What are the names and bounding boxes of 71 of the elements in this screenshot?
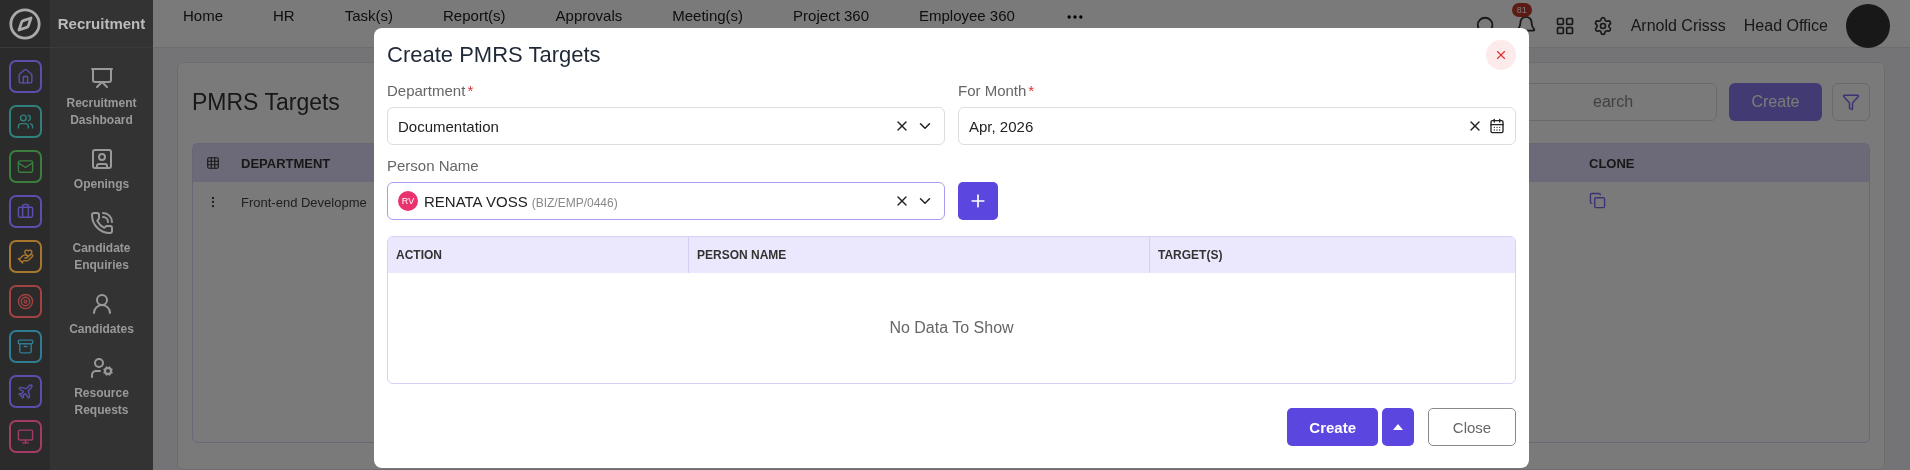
- module-icon: [16, 248, 34, 265]
- nav-link[interactable]: HR: [273, 7, 295, 24]
- module-menu-item[interactable]: Candidate Enquiries: [50, 211, 153, 274]
- module-menu-item[interactable]: Openings: [67, 147, 136, 193]
- filter-icon: [1842, 93, 1860, 111]
- module-menu-item[interactable]: Recruitment Dashboard: [50, 66, 153, 129]
- module-menu-item[interactable]: Candidates: [63, 292, 140, 338]
- menu-item-icon: [89, 147, 114, 171]
- field-label: Department*: [387, 82, 475, 99]
- module-rail-button[interactable]: [8, 195, 42, 228]
- dropdown-button[interactable]: [1382, 408, 1414, 446]
- page-title: PMRS Targets: [192, 88, 340, 116]
- column-header: ACTION: [388, 237, 689, 273]
- nav-link[interactable]: Project 360: [793, 7, 869, 24]
- nav-link[interactable]: Approvals: [555, 7, 623, 24]
- calendar-icon[interactable]: [1489, 118, 1505, 134]
- module-icon: [16, 203, 34, 220]
- columns-icon[interactable]: [206, 156, 220, 170]
- apps-grid-icon[interactable]: [1554, 16, 1575, 36]
- nav-link[interactable]: Task(s): [344, 7, 394, 24]
- column-header: DEPARTMENT: [240, 155, 331, 171]
- field-label: For Month*: [958, 82, 1036, 99]
- select-field[interactable]: Documentation: [387, 107, 945, 145]
- table-cell-text: Front-end Developme: [240, 194, 367, 210]
- module-rail-button[interactable]: [8, 420, 42, 453]
- menu-item-icon: [89, 356, 114, 380]
- module-rail-button[interactable]: [8, 330, 42, 363]
- filter-button[interactable]: [1832, 83, 1870, 121]
- module-icon: [16, 428, 34, 445]
- settings-icon[interactable]: [1592, 16, 1613, 36]
- branch-name[interactable]: Head Office: [1743, 17, 1828, 35]
- module-icon: [16, 383, 34, 400]
- notification-badge: 81: [1511, 3, 1532, 17]
- nav-link[interactable]: Home: [183, 7, 223, 24]
- module-icon: [16, 293, 34, 310]
- module-rail-button[interactable]: [8, 375, 42, 408]
- module-icon: [16, 338, 34, 355]
- required-mark: *: [1028, 82, 1035, 99]
- empty-message: No Data To Show: [889, 319, 1014, 337]
- field-label: Person Name: [387, 157, 480, 174]
- module-menu-item[interactable]: Resource Requests: [50, 356, 153, 419]
- caret-up-icon: [1393, 424, 1403, 430]
- dialog-title: Create PMRS Targets: [387, 42, 601, 68]
- initials-avatar: RV: [398, 191, 418, 211]
- date-field[interactable]: Apr, 2026: [958, 107, 1516, 145]
- select-field[interactable]: RV RENATA VOSS (BIZ/EMP/0446): [387, 182, 945, 220]
- avatar[interactable]: [1846, 4, 1890, 48]
- nav-link[interactable]: Meeting(s): [672, 7, 744, 24]
- column-header: CLONE: [1588, 155, 1636, 171]
- user-name[interactable]: Arnold Crisss: [1630, 17, 1726, 35]
- copy-icon[interactable]: [1589, 192, 1606, 209]
- add-button[interactable]: [958, 182, 998, 220]
- menu-item-icon: [89, 211, 114, 235]
- module-icon: [16, 158, 34, 175]
- column-header: PERSON NAME: [689, 237, 1150, 273]
- module-rail-button[interactable]: [8, 60, 42, 93]
- create-button[interactable]: Create: [1287, 408, 1378, 446]
- required-mark: *: [467, 82, 474, 99]
- compass-logo-icon: [8, 6, 42, 41]
- module-icon: [16, 113, 34, 130]
- module-icon: [16, 68, 34, 85]
- module-rail-button[interactable]: [8, 240, 42, 273]
- close-icon: [1494, 48, 1508, 62]
- module-rail-button[interactable]: [8, 285, 42, 318]
- close-button[interactable]: Close: [1428, 408, 1516, 446]
- module-rail-button[interactable]: [8, 150, 42, 183]
- module-rail-button[interactable]: [8, 105, 42, 138]
- menu-item-icon: [89, 66, 114, 90]
- nav-link[interactable]: Employee 360: [919, 7, 1015, 24]
- nav-link[interactable]: Report(s): [443, 7, 506, 24]
- column-header: TARGET(S): [1157, 247, 1224, 264]
